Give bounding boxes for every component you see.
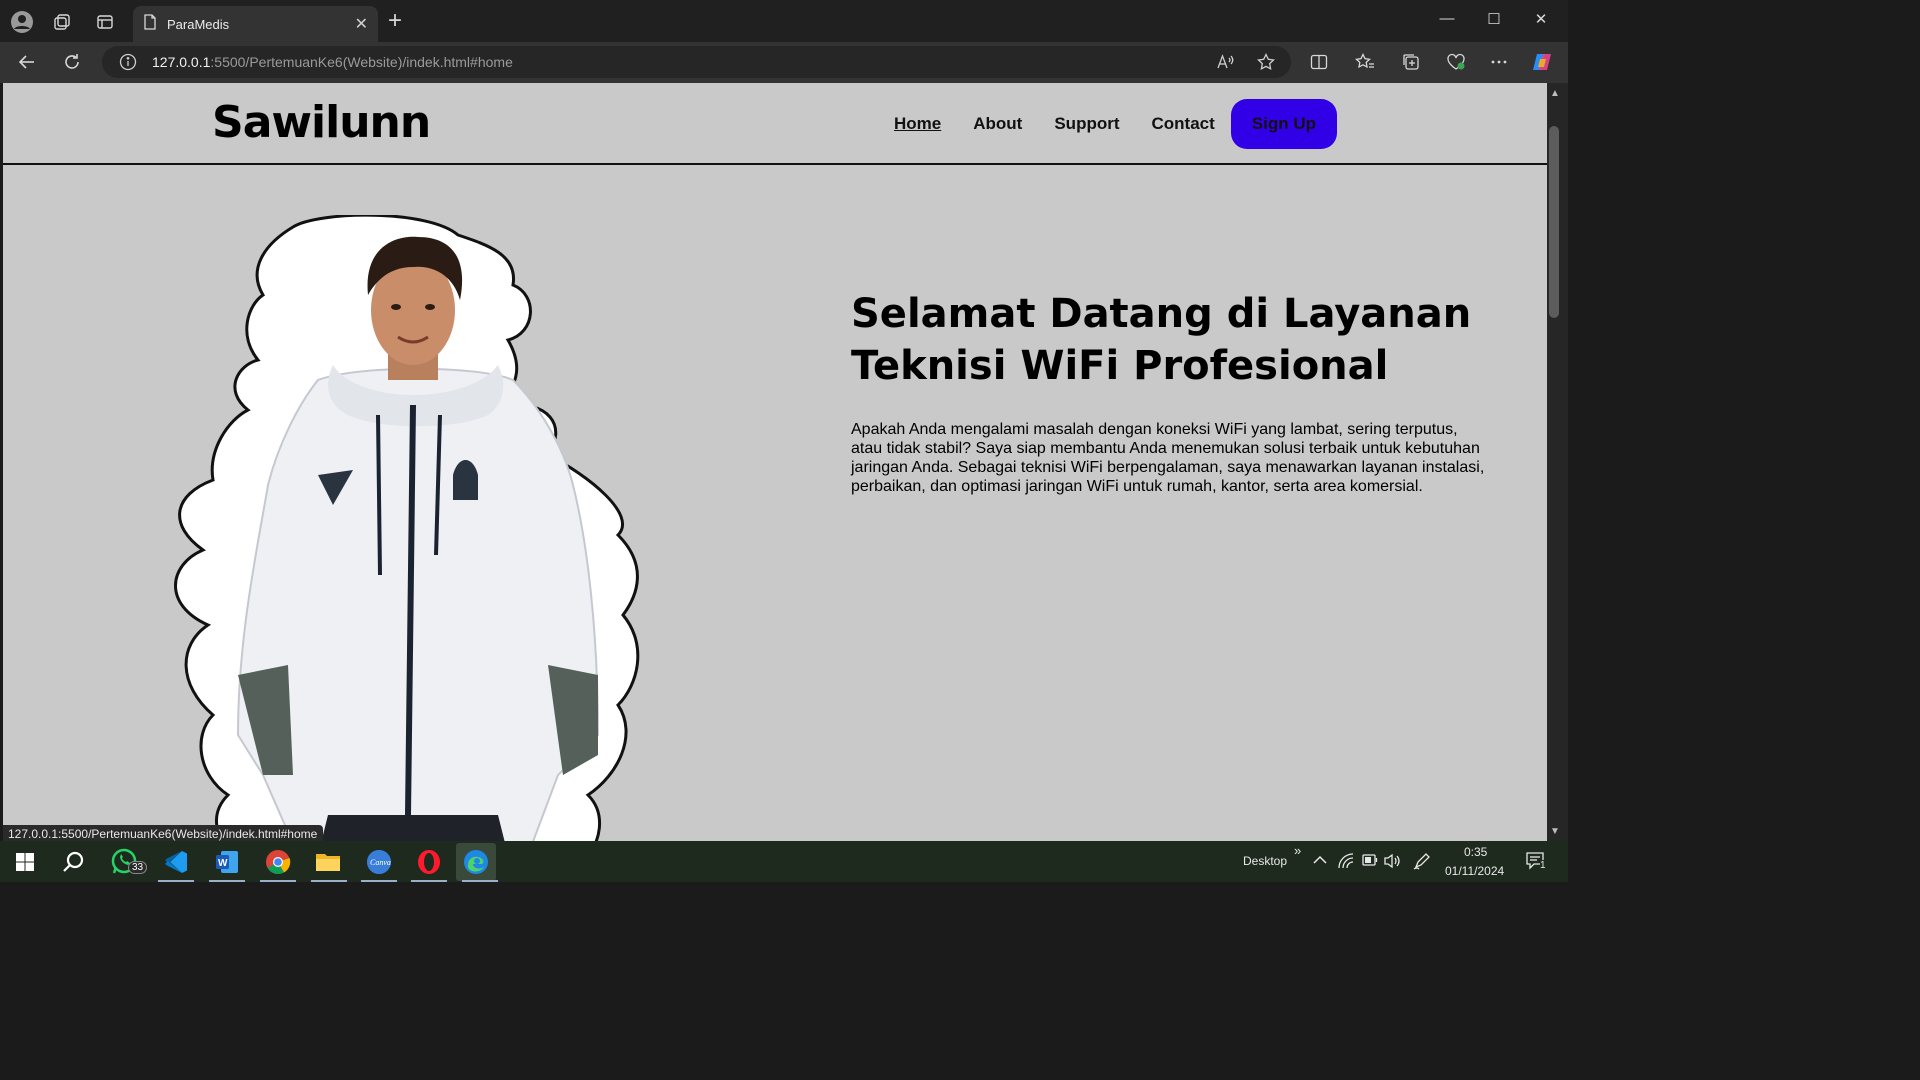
edge-icon[interactable]	[456, 843, 496, 881]
new-tab-icon[interactable]: +	[388, 9, 402, 33]
scrollbar-thumb[interactable]	[1549, 126, 1559, 318]
link-status-bar: 127.0.0.1:5500/PertemuanKe6(Website)/ind…	[3, 825, 324, 841]
page-viewport: Sawilunn Home About Support Contact Sign…	[3, 83, 1547, 841]
volume-icon[interactable]	[1384, 853, 1402, 872]
scroll-down-icon[interactable]: ▼	[1550, 826, 1560, 837]
main-nav: Home About Support Contact Sign Up	[894, 99, 1337, 149]
favorite-star-icon[interactable]	[1254, 50, 1278, 74]
windows-taskbar: 33 W Canva Desktop » 0:35 01/11/2024 1	[0, 841, 1568, 882]
tab-bar: ParaMedis ✕ + — ☐ ✕	[0, 0, 1568, 42]
favorites-icon[interactable]	[1353, 50, 1377, 74]
close-window-icon[interactable]: ✕	[1529, 10, 1553, 28]
site-logo[interactable]: Sawilunn	[212, 97, 431, 148]
refresh-icon[interactable]	[60, 50, 84, 74]
opera-icon[interactable]	[414, 847, 444, 877]
notifications-icon[interactable]: 1	[1526, 852, 1546, 873]
nav-home[interactable]: Home	[894, 114, 941, 134]
clock-time[interactable]: 0:35	[1464, 845, 1487, 859]
vscode-icon[interactable]	[161, 847, 191, 877]
vscode-active-indicator	[158, 880, 194, 882]
back-icon[interactable]	[15, 50, 39, 74]
scroll-up-icon[interactable]: ▲	[1550, 88, 1560, 99]
profile-avatar-icon[interactable]	[10, 10, 34, 34]
url-path: :5500/PertemuanKe6(Website)/indek.html#h…	[210, 54, 513, 70]
site-header: Sawilunn Home About Support Contact Sign…	[3, 83, 1547, 165]
workspaces-icon[interactable]	[50, 10, 74, 34]
toolbar-expand-icon[interactable]: »	[1294, 843, 1301, 858]
close-tab-icon[interactable]: ✕	[355, 14, 368, 34]
nav-about[interactable]: About	[973, 114, 1022, 134]
minimize-icon[interactable]: —	[1435, 10, 1459, 27]
pen-menu-icon[interactable]	[1413, 852, 1431, 873]
maximize-icon[interactable]: ☐	[1482, 10, 1506, 28]
wifi-icon[interactable]	[1338, 853, 1354, 872]
search-icon[interactable]	[58, 847, 88, 877]
opera-active-indicator	[411, 880, 447, 882]
desktop-toolbar-label[interactable]: Desktop	[1243, 854, 1287, 868]
url-host: 127.0.0.1	[152, 54, 211, 70]
tab-actions-icon[interactable]	[93, 10, 117, 34]
canva-active-indicator	[361, 880, 397, 882]
clock-date[interactable]: 01/11/2024	[1445, 864, 1504, 878]
word-active-indicator	[209, 880, 245, 882]
url-field[interactable]: 127.0.0.1:5500/PertemuanKe6(Website)/ind…	[102, 46, 1291, 78]
read-aloud-icon[interactable]	[1213, 50, 1237, 74]
page-icon	[143, 13, 157, 35]
canva-icon[interactable]: Canva	[364, 847, 394, 877]
battery-icon[interactable]	[1362, 854, 1378, 869]
copilot-icon[interactable]	[1530, 50, 1554, 74]
show-hidden-icons-icon[interactable]	[1313, 852, 1327, 868]
address-bar-row: 127.0.0.1:5500/PertemuanKe6(Website)/ind…	[0, 42, 1568, 83]
nav-support[interactable]: Support	[1054, 114, 1119, 134]
browser-tab[interactable]: ParaMedis ✕	[133, 6, 378, 42]
sign-up-button[interactable]: Sign Up	[1230, 99, 1337, 149]
whatsapp-icon[interactable]: 33	[110, 847, 148, 877]
hero-portrait-image	[174, 215, 640, 841]
file-explorer-icon[interactable]	[313, 847, 343, 877]
nav-contact[interactable]: Contact	[1152, 114, 1215, 134]
word-icon[interactable]: W	[212, 847, 242, 877]
edge-active-indicator	[462, 880, 498, 882]
notification-count: 1	[1540, 860, 1546, 871]
url-text: 127.0.0.1:5500/PertemuanKe6(Website)/ind…	[152, 54, 513, 70]
browser-essentials-icon[interactable]	[1444, 50, 1468, 74]
whatsapp-badge: 33	[128, 861, 148, 874]
site-info-icon[interactable]	[116, 50, 140, 74]
svg-text:W: W	[218, 858, 228, 869]
chrome-icon[interactable]	[263, 847, 293, 877]
collections-icon[interactable]	[1399, 50, 1423, 74]
hero-description: Apakah Anda mengalami masalah dengan kon…	[851, 421, 1485, 495]
more-options-icon[interactable]	[1487, 50, 1511, 74]
hero-title: Selamat Datang di Layanan Teknisi WiFi P…	[851, 291, 1472, 389]
chrome-active-indicator	[260, 880, 296, 882]
tab-title: ParaMedis	[167, 16, 230, 32]
svg-text:Canva: Canva	[370, 858, 391, 867]
start-windows-icon[interactable]	[10, 847, 40, 877]
explorer-active-indicator	[311, 880, 347, 882]
split-screen-icon[interactable]	[1307, 50, 1331, 74]
